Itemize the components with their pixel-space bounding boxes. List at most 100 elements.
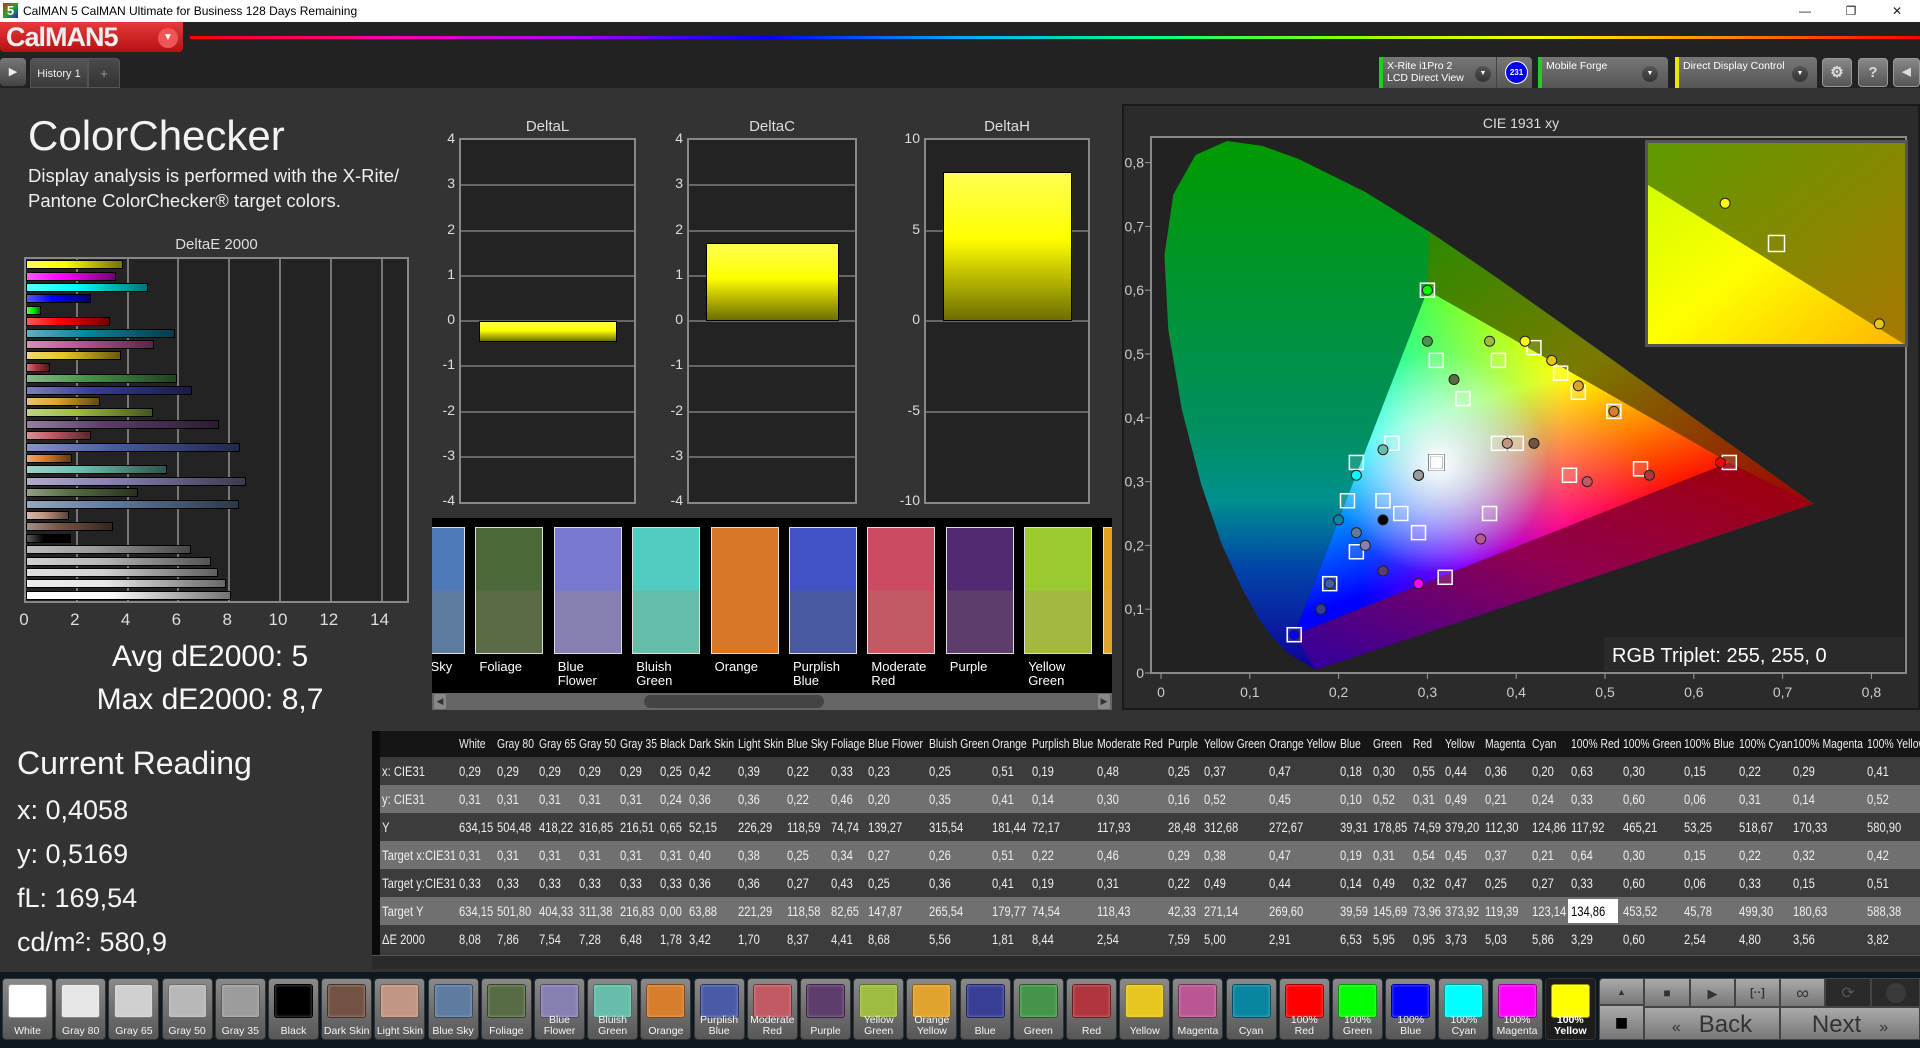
- table-cell[interactable]: 2,54: [1097, 931, 1124, 947]
- table-cell[interactable]: 315,54: [929, 819, 972, 835]
- table-cell[interactable]: 0,10: [1340, 791, 1367, 807]
- restore-button[interactable]: ❐: [1828, 0, 1874, 22]
- table-cell[interactable]: 453,52: [1623, 903, 1666, 919]
- table-cell[interactable]: 3,73: [1445, 931, 1472, 947]
- table-cell[interactable]: 0,00: [660, 903, 687, 919]
- table-cell[interactable]: 0,65: [660, 819, 687, 835]
- table-cell[interactable]: 0,29: [1168, 847, 1195, 863]
- table-cell[interactable]: 0,33: [660, 875, 687, 891]
- table-cell[interactable]: 0,25: [1485, 875, 1512, 891]
- refresh-icon[interactable]: ⟳: [1825, 978, 1871, 1007]
- table-cell[interactable]: 0,47: [1269, 763, 1296, 779]
- table-cell[interactable]: 0,31: [1739, 791, 1766, 807]
- table-cell[interactable]: 0,23: [868, 763, 895, 779]
- table-cell[interactable]: 0,31: [620, 791, 647, 807]
- table-cell[interactable]: 181,44: [992, 819, 1035, 835]
- table-cell[interactable]: 139,27: [868, 819, 911, 835]
- table-cell[interactable]: 3,56: [1793, 931, 1820, 947]
- table-cell[interactable]: 74,54: [1032, 903, 1067, 919]
- table-cell[interactable]: 145,69: [1373, 903, 1416, 919]
- table-cell[interactable]: 0,36: [929, 875, 956, 891]
- loop-button[interactable]: ∞: [1780, 978, 1825, 1007]
- patch-button-gray-80[interactable]: Gray 80: [55, 978, 107, 1040]
- table-cell[interactable]: 112,30: [1485, 819, 1527, 835]
- table-cell[interactable]: 501,80: [497, 903, 540, 919]
- table-cell[interactable]: 5,56: [929, 931, 956, 947]
- table-cell[interactable]: 0,14: [1793, 791, 1820, 807]
- table-cell[interactable]: 0,31: [539, 791, 566, 807]
- table-scrollbar[interactable]: [372, 955, 1920, 969]
- table-cell[interactable]: 118,58: [787, 903, 829, 919]
- table-cell[interactable]: 634,15: [459, 903, 502, 919]
- patch-button-magenta[interactable]: Magenta: [1172, 978, 1224, 1040]
- table-cell[interactable]: 216,51: [620, 819, 663, 835]
- collapse-left-icon[interactable]: ◀: [1893, 58, 1920, 87]
- patch-button-purplish-blue[interactable]: Purplish Blue: [693, 978, 745, 1040]
- table-cell[interactable]: 8,68: [868, 931, 895, 947]
- table-cell[interactable]: 0,44: [1269, 875, 1296, 891]
- patch-button-light-skin[interactable]: Light Skin: [374, 978, 426, 1040]
- table-cell[interactable]: 42,33: [1168, 903, 1203, 919]
- table-cell[interactable]: 0,19: [1032, 763, 1059, 779]
- patch-button-moderate-red[interactable]: Moderate Red: [746, 978, 798, 1040]
- table-cell[interactable]: 0,52: [1204, 791, 1231, 807]
- table-cell[interactable]: 3,82: [1867, 931, 1894, 947]
- table-cell[interactable]: 3,42: [689, 931, 716, 947]
- table-cell[interactable]: 72,17: [1032, 819, 1067, 835]
- table-cell[interactable]: 0,46: [831, 791, 858, 807]
- table-cell[interactable]: 0,33: [579, 875, 606, 891]
- patch-button-black[interactable]: Black: [268, 978, 319, 1040]
- patch-button-yellow-green[interactable]: Yellow Green: [853, 978, 905, 1040]
- table-cell[interactable]: 53,25: [1684, 819, 1719, 835]
- table-cell[interactable]: 0,18: [1340, 763, 1367, 779]
- table-cell[interactable]: 8,37: [787, 931, 814, 947]
- table-cell[interactable]: 0,44: [1445, 763, 1472, 779]
- table-cell[interactable]: 180,63: [1793, 903, 1836, 919]
- scroll-right-icon[interactable]: ▶: [1098, 694, 1110, 709]
- add-tab-button[interactable]: +: [88, 58, 120, 88]
- record-icon[interactable]: [1871, 978, 1920, 1007]
- table-cell[interactable]: 0,37: [1485, 847, 1512, 863]
- table-cell[interactable]: 0,36: [689, 791, 716, 807]
- scroll-up-button[interactable]: ▲: [1599, 978, 1644, 1005]
- table-cell[interactable]: 0,19: [1032, 875, 1059, 891]
- table-cell[interactable]: 8,08: [459, 931, 486, 947]
- chevron-down-icon[interactable]: ▼: [158, 28, 178, 48]
- strip-scroll-thumb[interactable]: [644, 695, 824, 708]
- table-cell[interactable]: 0,22: [787, 791, 814, 807]
- table-cell[interactable]: 117,93: [1097, 819, 1139, 835]
- table-cell[interactable]: 178,85: [1373, 819, 1416, 835]
- table-cell[interactable]: 0,31: [459, 791, 486, 807]
- table-cell[interactable]: 0,52: [1867, 791, 1894, 807]
- table-cell[interactable]: 0,38: [738, 847, 765, 863]
- table-cell[interactable]: 0,49: [1373, 875, 1400, 891]
- table-cell[interactable]: 0,30: [1373, 763, 1400, 779]
- table-cell[interactable]: 0,31: [620, 847, 647, 863]
- table-cell[interactable]: 0,31: [660, 847, 687, 863]
- table-cell[interactable]: 0,37: [1204, 763, 1231, 779]
- patch-button-bluish-green[interactable]: Bluish Green: [587, 978, 639, 1040]
- table-cell[interactable]: 0,19: [1340, 847, 1367, 863]
- table-cell[interactable]: 0,33: [497, 875, 524, 891]
- table-cell[interactable]: 179,77: [992, 903, 1035, 919]
- table-cell[interactable]: 0,26: [929, 847, 956, 863]
- table-cell[interactable]: 0,36: [1485, 763, 1512, 779]
- table-cell[interactable]: 0,47: [1445, 875, 1472, 891]
- table-cell[interactable]: 0,25: [1168, 763, 1195, 779]
- table-cell[interactable]: 7,54: [539, 931, 566, 947]
- table-cell[interactable]: 0,48: [1097, 763, 1124, 779]
- table-cell[interactable]: 8,44: [1032, 931, 1059, 947]
- table-cell[interactable]: 0,36: [689, 875, 716, 891]
- table-cell[interactable]: 0,55: [1413, 763, 1440, 779]
- strip-scrollbar[interactable]: ◀ ▶: [432, 693, 1112, 710]
- table-cell[interactable]: 0,29: [620, 763, 647, 779]
- table-cell[interactable]: 0,49: [1445, 791, 1472, 807]
- table-cell[interactable]: 0,33: [1739, 875, 1766, 891]
- table-cell[interactable]: 0,29: [1793, 763, 1820, 779]
- scroll-left-icon[interactable]: ◀: [434, 694, 446, 709]
- table-cell[interactable]: 0,95: [1413, 931, 1440, 947]
- table-cell[interactable]: 0,63: [1571, 763, 1598, 779]
- table-cell[interactable]: 39,31: [1340, 819, 1375, 835]
- table-cell[interactable]: 0,42: [689, 763, 716, 779]
- table-cell[interactable]: 4,80: [1739, 931, 1766, 947]
